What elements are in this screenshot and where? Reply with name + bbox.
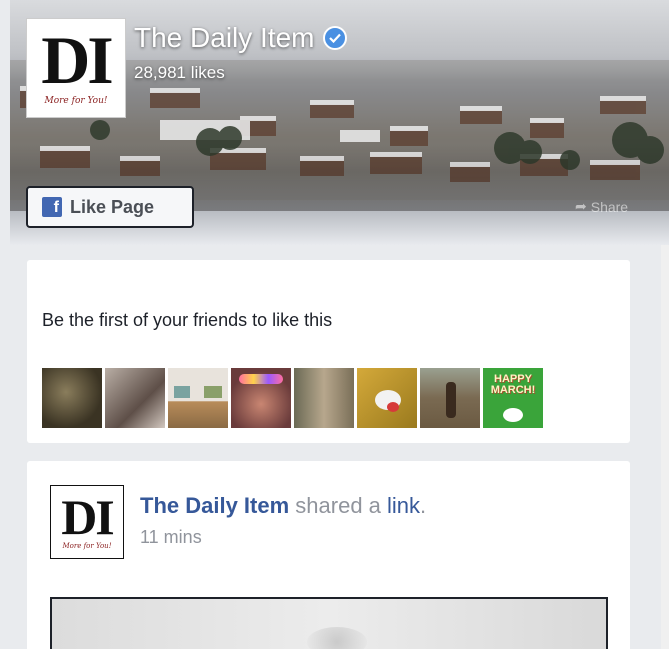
avatar[interactable]: HAPPY MARCH! <box>483 368 543 428</box>
avatar-detail <box>204 386 222 398</box>
likes-count: 28,981 likes <box>134 63 225 82</box>
logo-tagline: More for You! <box>62 541 112 550</box>
avatar-detail <box>503 408 523 422</box>
friend-avatars: HAPPY MARCH! <box>42 368 543 428</box>
avatar[interactable] <box>105 368 165 428</box>
logo-letters: DI <box>61 488 115 545</box>
avatar[interactable] <box>42 368 102 428</box>
share-label: Share <box>590 198 629 215</box>
post-card: DI More for You! The Daily Item shared a… <box>27 461 630 649</box>
post-author-link[interactable]: The Daily Item <box>140 493 289 518</box>
logo-letters: DI <box>41 22 114 99</box>
post-action-text: shared a <box>295 493 381 518</box>
share-icon: ➦ <box>575 198 587 214</box>
avatar-detail <box>446 382 456 418</box>
avatar[interactable] <box>231 368 291 428</box>
friends-card: Be the first of your friends to like thi… <box>27 260 630 443</box>
page-name-text[interactable]: The Daily Item <box>134 22 315 54</box>
post-link-suffix: . <box>420 493 427 518</box>
avatar-detail <box>387 402 399 412</box>
verified-badge-icon <box>322 26 347 50</box>
post-link[interactable]: link <box>387 493 420 518</box>
friends-like-text: Be the first of your friends to like thi… <box>42 310 333 330</box>
logo-tagline: More for You! <box>44 95 108 106</box>
facebook-icon: f <box>42 197 62 217</box>
avatar-flower-crown <box>239 374 283 384</box>
share-button[interactable]: ➦ Share <box>575 198 628 215</box>
page-title[interactable]: The Daily Item <box>134 22 347 54</box>
avatar[interactable] <box>168 368 228 428</box>
scrollbar[interactable] <box>661 245 669 649</box>
like-page-label: Like Page <box>70 196 155 217</box>
avatar[interactable] <box>357 368 417 428</box>
avatar[interactable] <box>294 368 354 428</box>
facebook-page-plugin: ➦ Share DI More for You! The Daily Item … <box>0 0 669 649</box>
post-timestamp[interactable]: 11 mins <box>140 527 202 548</box>
post-image-detail <box>307 627 367 649</box>
avatar-detail <box>174 386 190 398</box>
post-header: The Daily Item shared a link. <box>140 493 426 519</box>
like-page-button[interactable]: f Like Page <box>26 186 194 228</box>
avatar-text: HAPPY MARCH! <box>490 373 536 396</box>
page-profile-picture[interactable]: DI More for You! <box>26 18 126 118</box>
post-author-avatar[interactable]: DI More for You! <box>50 485 124 559</box>
avatar[interactable] <box>420 368 480 428</box>
post-link-image[interactable] <box>50 597 608 649</box>
